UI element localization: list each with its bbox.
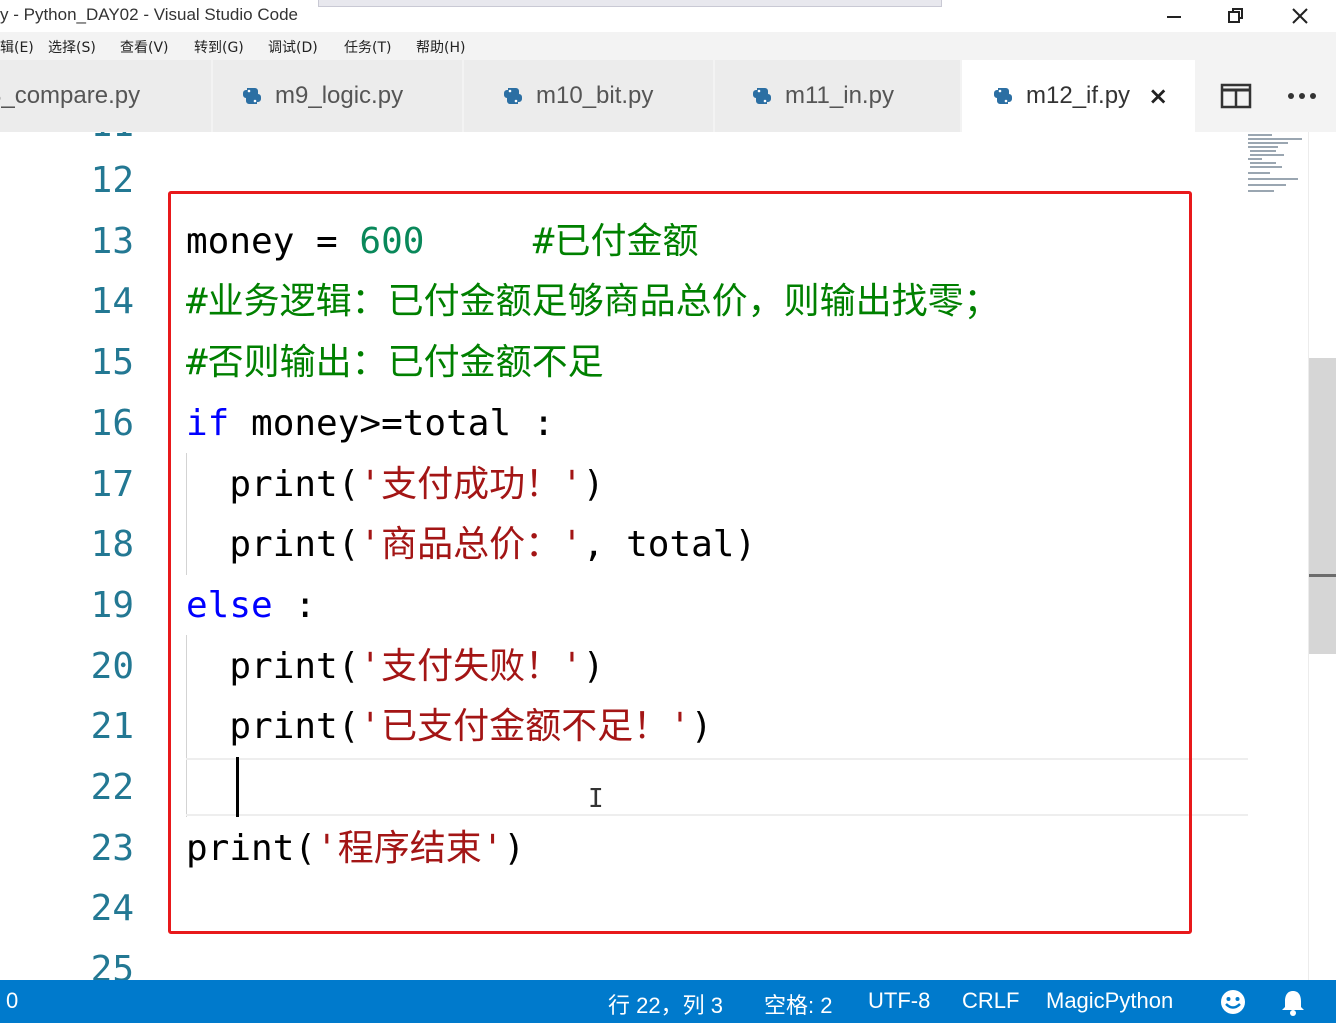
tab-m11-in[interactable]: m11_in.py [715,60,961,132]
status-language-mode[interactable]: MagicPython [1046,988,1173,1014]
status-problems-count[interactable]: 0 [6,988,18,1014]
status-encoding[interactable]: UTF-8 [868,988,930,1014]
close-icon [1292,8,1308,24]
tab-m10-bit[interactable]: m10_bit.py [464,60,714,132]
more-actions-button[interactable] [1270,60,1334,132]
menu-goto[interactable]: 转到(G) [194,37,244,57]
tab-label: m9_logic.py [275,82,404,109]
line-number: 22 [90,767,134,808]
python-file-icon [753,88,771,104]
line-number: 12 [90,160,134,201]
vertical-scrollbar[interactable] [1308,132,1336,980]
tab-label: 3_compare.py [0,82,141,109]
python-file-icon [504,88,522,104]
close-tab-icon[interactable]: × [1148,82,1168,110]
highlight-annotation-box [168,191,1192,934]
scrollbar-thumb[interactable] [1309,358,1336,654]
menu-view[interactable]: 查看(V) [120,37,169,57]
line-number: 19 [90,584,134,626]
menu-selection[interactable]: 选择(S) [48,37,96,57]
minimize-button[interactable] [1144,0,1204,32]
python-file-icon [994,88,1012,104]
split-editor-button[interactable] [1204,60,1268,132]
line-number: 16 [90,402,134,444]
line-number: 17 [90,463,134,505]
tab-compare[interactable]: 3_compare.py [0,60,212,132]
close-window-button[interactable] [1270,0,1330,32]
python-file-icon [243,88,261,104]
more-icon [1288,93,1316,99]
title-bar: y - Python_DAY02 - Visual Studio Code [0,0,1336,32]
feedback-smiley-icon[interactable] [1218,988,1248,1016]
restore-button[interactable] [1206,0,1266,32]
menu-bar: 编辑(E) 选择(S) 查看(V) 转到(G) 调试(D) 任务(T) 帮助(H… [0,32,1336,60]
minimize-icon [1167,16,1181,18]
scrollbar-cursor-marker [1309,574,1336,577]
window-title: y - Python_DAY02 - Visual Studio Code [0,5,298,24]
menu-help[interactable]: 帮助(H) [416,37,465,57]
tab-m12-if[interactable]: m12_if.py × [962,60,1196,132]
status-indentation[interactable]: 空格: 2 [764,988,832,1020]
status-cursor-position[interactable]: 行 22，列 3 [608,988,723,1020]
restore-icon [1228,8,1243,23]
line-number: 13 [90,220,134,262]
status-bar: 0 行 22，列 3 空格: 2 UTF-8 CRLF MagicPython [0,980,1336,1023]
status-line-ending[interactable]: CRLF [962,988,1019,1014]
minimap[interactable] [1246,132,1308,202]
line-number: 14 [90,281,134,323]
notifications-bell-icon[interactable] [1280,988,1306,1016]
title-bar-search-strip [318,0,942,7]
line-number: 25 [90,949,134,980]
code-editor[interactable]: 11 1213141516171819202122232425 money = … [0,132,1336,980]
tab-m9-logic[interactable]: m9_logic.py [213,60,463,132]
menu-edit[interactable]: 编辑(E) [0,37,34,57]
tab-label: m12_if.py [1026,82,1131,109]
line-number: 23 [90,827,134,869]
line-number: 15 [90,342,134,384]
tab-label: m10_bit.py [536,82,654,109]
line-number: 20 [90,645,134,687]
menu-tasks[interactable]: 任务(T) [344,37,391,57]
tab-label: m11_in.py [785,82,894,109]
line-number: 21 [90,706,134,748]
tab-bar: 3_compare.py m9_logic.py m10_bit.py m11_… [0,60,1336,132]
split-editor-icon [1220,83,1252,109]
menu-debug[interactable]: 调试(D) [268,37,318,57]
line-number: 24 [90,888,134,930]
line-number: 18 [90,524,134,566]
